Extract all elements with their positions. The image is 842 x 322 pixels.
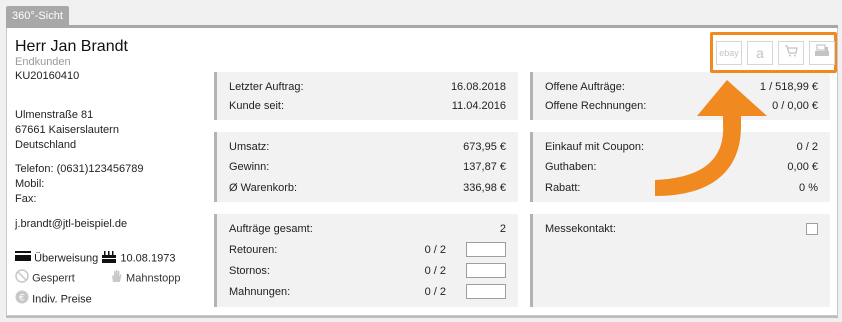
customer-360-panel: Herr Jan Brandt Endkunden KU20160410 Ulm… — [6, 28, 838, 316]
tab-360-view[interactable]: 360°-Sicht — [6, 6, 69, 26]
orange-arrow-annotation — [655, 80, 767, 196]
tab-strip: 360°-Sicht — [0, 0, 842, 28]
panel-bottom-border — [6, 316, 838, 318]
